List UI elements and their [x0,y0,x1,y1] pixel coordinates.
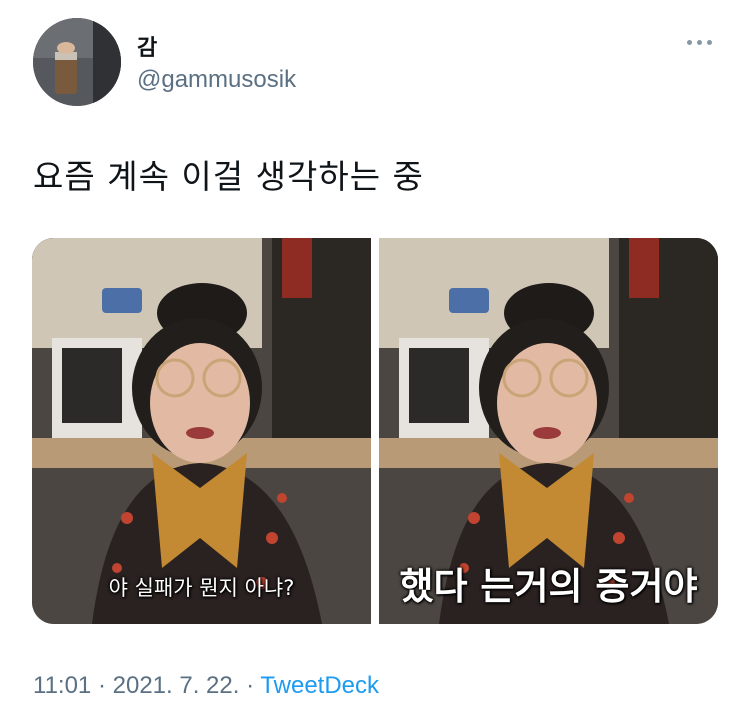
image-caption: 야 실패가 뭔지 아냐? [108,576,295,600]
separator: · [97,672,106,699]
media-image-1[interactable]: 야 실패가 뭔지 아냐? [32,238,371,624]
media-grid: 야 실패가 뭔지 아냐? 했다 는거의 증거야 [32,238,718,624]
image-caption: 했다 는거의 증거야 [399,565,698,608]
source-link[interactable]: TweetDeck [260,672,379,699]
separator: · [246,672,255,699]
tweet-text: 요즘 계속 이걸 생각하는 중 [33,157,424,196]
more-horizontal-icon[interactable] [682,32,716,52]
dot [696,39,702,45]
dot [686,39,692,45]
display-name[interactable]: 감 [137,30,157,62]
photo-illustration [32,238,371,624]
avatar[interactable] [33,18,121,106]
dot [706,39,712,45]
media-image-2[interactable]: 했다 는거의 증거야 [379,238,718,624]
user-handle[interactable]: @gammusosik [137,66,296,94]
tweet-date[interactable]: 2021. 7. 22. [113,672,240,699]
tweet-meta: 11:01 · 2021. 7. 22. · TweetDeck [33,672,379,700]
tweet-time[interactable]: 11:01 [33,672,91,699]
avatar-photo [33,18,121,106]
